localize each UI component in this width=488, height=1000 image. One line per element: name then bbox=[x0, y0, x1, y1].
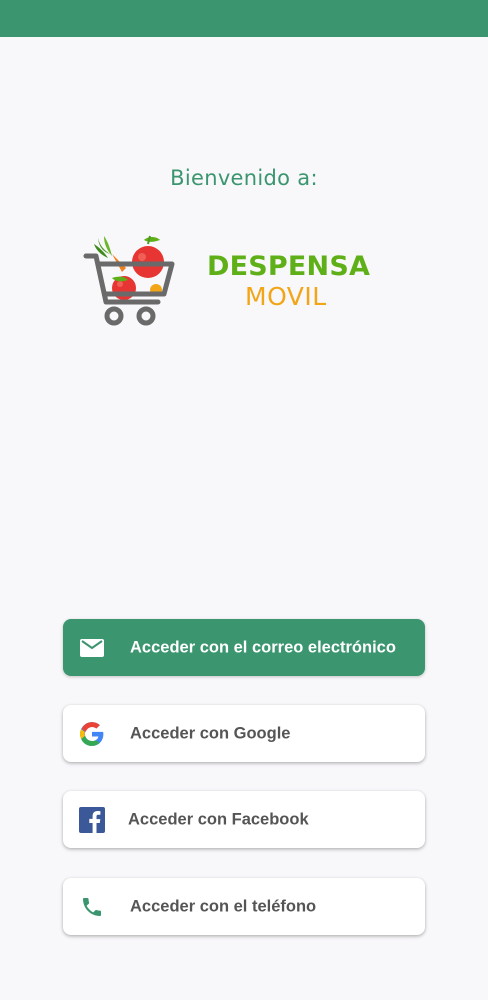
google-icon bbox=[79, 721, 105, 747]
facebook-icon bbox=[79, 806, 105, 833]
brand-name-line2: MOVIL bbox=[245, 282, 327, 311]
facebook-login-label: Acceder con Facebook bbox=[128, 810, 309, 828]
brand-name-line1: DESPENSA bbox=[207, 251, 371, 282]
google-login-button[interactable]: Acceder con Google bbox=[63, 705, 425, 762]
status-bar bbox=[0, 0, 488, 37]
shopping-cart-logo-icon bbox=[82, 232, 178, 328]
welcome-heading: Bienvenido a: bbox=[170, 166, 318, 190]
phone-login-button[interactable]: Acceder con el teléfono bbox=[63, 878, 425, 935]
brand-logotype: DESPENSA MOVIL bbox=[207, 252, 387, 312]
facebook-login-button[interactable]: Acceder con Facebook bbox=[63, 791, 425, 848]
email-login-button[interactable]: Acceder con el correo electrónico bbox=[63, 619, 425, 676]
phone-icon bbox=[79, 894, 105, 920]
mail-icon bbox=[79, 635, 105, 661]
phone-login-label: Acceder con el teléfono bbox=[130, 897, 317, 915]
google-login-label: Acceder con Google bbox=[130, 724, 291, 742]
email-login-label: Acceder con el correo electrónico bbox=[130, 638, 396, 656]
